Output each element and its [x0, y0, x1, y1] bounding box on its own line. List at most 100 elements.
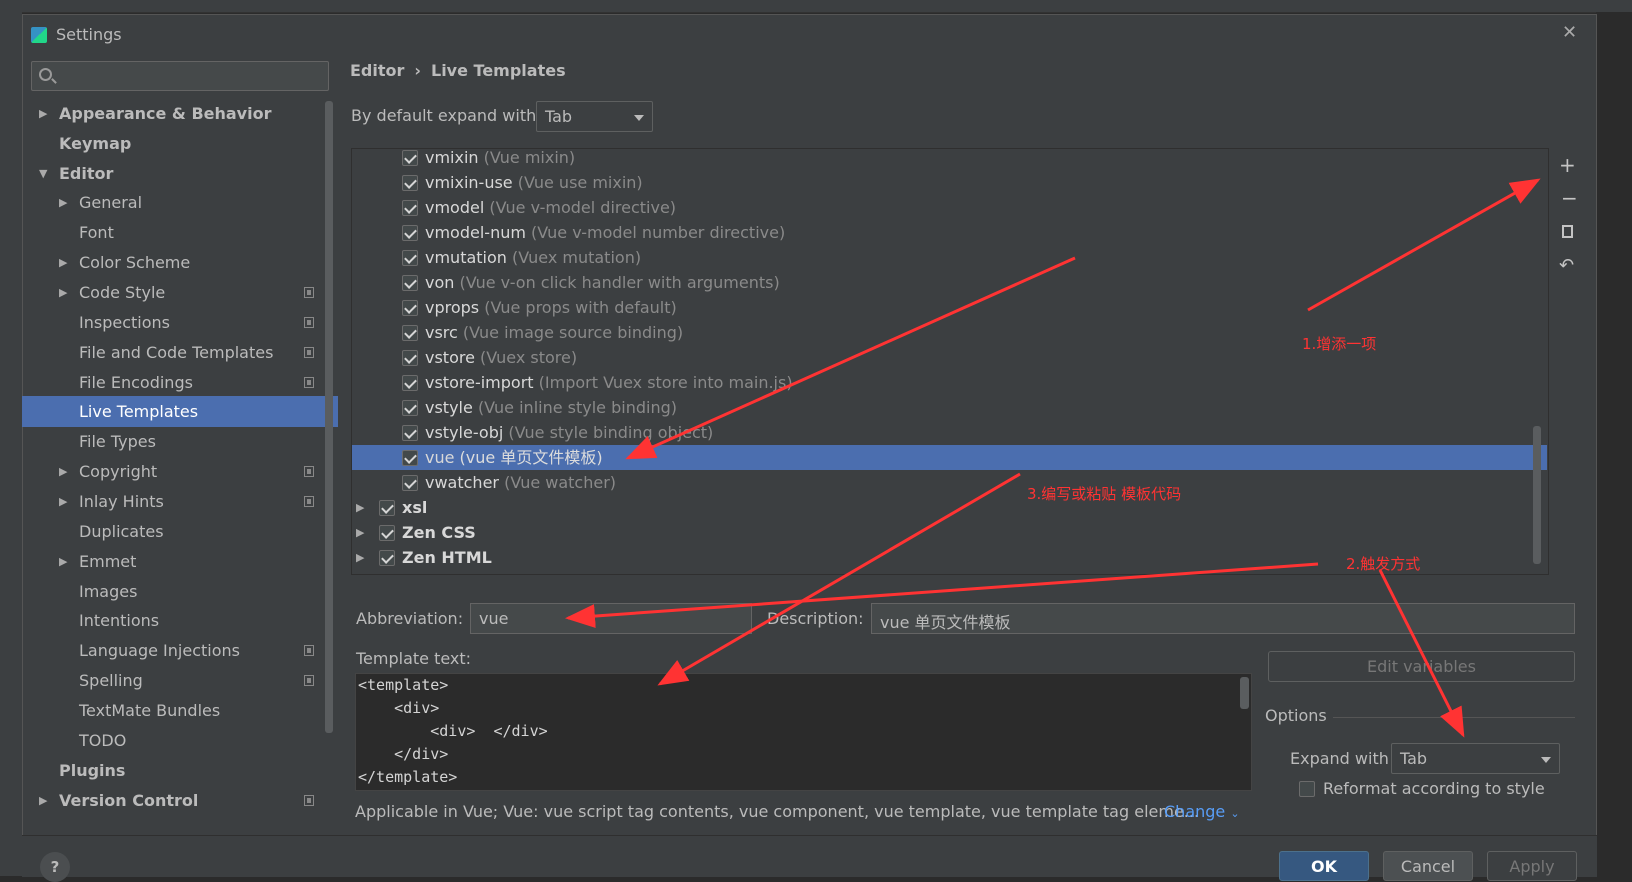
template-checkbox[interactable] — [402, 400, 418, 416]
template-name: vstore — [425, 348, 475, 367]
edit-variables-button[interactable]: Edit variables — [1268, 651, 1575, 682]
sidebar-item-copyright[interactable]: ▶ Copyright — [22, 456, 338, 487]
add-icon[interactable]: + — [1559, 153, 1576, 177]
default-expand-select[interactable]: Tab — [536, 101, 653, 132]
group-checkbox[interactable] — [379, 525, 395, 541]
chevron-right-icon[interactable]: ▶ — [356, 545, 364, 570]
templates-scrollbar[interactable] — [1533, 426, 1541, 564]
copy-icon[interactable] — [1562, 225, 1573, 238]
abbreviation-input[interactable]: vue — [470, 603, 752, 634]
sidebar-item-inspections[interactable]: Inspections — [22, 307, 338, 338]
annotation-trigger: 2.触发方式 — [1346, 555, 1421, 573]
sidebar-item-code-style[interactable]: ▶ Code Style — [22, 277, 338, 308]
template-name: vstyle-obj — [425, 423, 504, 442]
reformat-checkbox[interactable] — [1299, 781, 1315, 797]
sidebar-item-todo[interactable]: TODO — [22, 725, 338, 756]
breadcrumb-parent[interactable]: Editor — [350, 61, 404, 80]
template-row-vmutation[interactable]: vmutation (Vuex mutation) — [352, 245, 1548, 270]
template-checkbox[interactable] — [402, 300, 418, 316]
template-row-vstyle-obj[interactable]: vstyle-obj (Vue style binding object) — [352, 420, 1548, 445]
template-row-vue[interactable]: vue (vue 单页文件模板) — [352, 445, 1547, 470]
template-row-von[interactable]: von (Vue v-on click handler with argumen… — [352, 270, 1548, 295]
remove-icon[interactable]: − — [1561, 186, 1578, 210]
template-row-vmodel[interactable]: vmodel (Vue v-model directive) — [352, 195, 1548, 220]
chevron-right-icon[interactable]: ▶ — [356, 495, 364, 520]
template-name: vmodel-num — [425, 223, 526, 242]
sidebar-item-spelling[interactable]: Spelling — [22, 665, 338, 696]
sidebar-item-label: Plugins — [59, 761, 126, 780]
breadcrumb: Editor › Live Templates — [350, 61, 576, 80]
sidebar-item-appearance-behavior[interactable]: ▶ Appearance & Behavior — [22, 98, 338, 129]
sidebar-scrollbar[interactable] — [325, 101, 333, 733]
cancel-button[interactable]: Cancel — [1383, 851, 1473, 881]
template-description: (Vuex mutation) — [512, 248, 642, 267]
close-icon[interactable]: ✕ — [1562, 22, 1577, 43]
revert-icon[interactable]: ↶ — [1559, 255, 1574, 276]
sidebar-item-plugins[interactable]: Plugins — [22, 755, 338, 786]
group-checkbox[interactable] — [379, 500, 395, 516]
template-row-vmodel-num[interactable]: vmodel-num (Vue v-model number directive… — [352, 220, 1548, 245]
group-checkbox[interactable] — [379, 550, 395, 566]
template-row-vprops[interactable]: vprops (Vue props with default) — [352, 295, 1548, 320]
sidebar-item-emmet[interactable]: ▶ Emmet — [22, 546, 338, 577]
help-button[interactable]: ? — [40, 852, 70, 882]
change-link[interactable]: Change ⌄ — [1164, 802, 1240, 821]
template-group-xsl[interactable]: ▶ xsl — [352, 495, 1548, 520]
sidebar-item-version-control[interactable]: ▶ Version Control — [22, 785, 338, 816]
template-text-editor[interactable]: <template> <div> <div> </div> </div> </t… — [355, 673, 1252, 791]
code-line: <div> </div> — [358, 722, 548, 740]
expand-with-select[interactable]: Tab — [1391, 743, 1560, 774]
sidebar-item-label: Inspections — [79, 313, 170, 332]
sidebar-item-file-types[interactable]: File Types — [22, 426, 338, 457]
template-row-vwatcher[interactable]: vwatcher (Vue watcher) — [352, 470, 1548, 495]
sidebar-item-font[interactable]: Font — [22, 217, 338, 248]
template-checkbox[interactable] — [402, 225, 418, 241]
template-checkbox[interactable] — [402, 375, 418, 391]
sidebar-item-label: File Encodings — [79, 373, 193, 392]
default-expand-label: By default expand with — [351, 106, 537, 125]
template-checkbox[interactable] — [402, 275, 418, 291]
search-input[interactable] — [31, 61, 329, 91]
template-checkbox[interactable] — [402, 425, 418, 441]
template-row-vstyle[interactable]: vstyle (Vue inline style binding) — [352, 395, 1548, 420]
template-checkbox[interactable] — [402, 475, 418, 491]
ok-button[interactable]: OK — [1279, 851, 1369, 881]
sidebar-item-label: Duplicates — [79, 522, 164, 541]
description-input[interactable]: vue 单页文件模板 — [871, 603, 1575, 634]
template-checkbox[interactable] — [402, 175, 418, 191]
template-description: (Vue props with default) — [484, 298, 677, 317]
sidebar-item-intentions[interactable]: Intentions — [22, 605, 338, 636]
group-name: Zen HTML — [402, 548, 492, 567]
sidebar-item-duplicates[interactable]: Duplicates — [22, 516, 338, 547]
sidebar-item-inlay-hints[interactable]: ▶ Inlay Hints — [22, 486, 338, 517]
template-name: vsrc — [425, 323, 458, 342]
sidebar-item-live-templates[interactable]: Live Templates — [22, 396, 338, 427]
template-checkbox[interactable] — [402, 150, 418, 166]
sidebar-item-textmate-bundles[interactable]: TextMate Bundles — [22, 695, 338, 726]
sidebar-item-language-injections[interactable]: Language Injections — [22, 635, 338, 666]
editor-scrollbar[interactable] — [1240, 677, 1249, 709]
template-checkbox[interactable] — [402, 325, 418, 341]
template-checkbox[interactable] — [402, 450, 418, 466]
template-row-vmixin-use[interactable]: vmixin-use (Vue use mixin) — [352, 170, 1548, 195]
apply-button[interactable]: Apply — [1487, 851, 1577, 881]
sidebar-item-keymap[interactable]: Keymap — [22, 128, 338, 159]
sidebar-item-file-encodings[interactable]: File Encodings — [22, 367, 338, 398]
template-checkbox[interactable] — [402, 200, 418, 216]
template-checkbox[interactable] — [402, 250, 418, 266]
sidebar-item-general[interactable]: ▶ General — [22, 187, 338, 218]
template-row-vmixin[interactable]: vmixin (Vue mixin) — [352, 149, 1548, 170]
template-checkbox[interactable] — [402, 350, 418, 366]
sidebar-item-color-scheme[interactable]: ▶ Color Scheme — [22, 247, 338, 278]
template-row-vstore-import[interactable]: vstore-import (Import Vuex store into ma… — [352, 370, 1548, 395]
sidebar-item-label: Live Templates — [79, 402, 199, 421]
sidebar-item-images[interactable]: Images — [22, 576, 338, 607]
sidebar-item-label: Emmet — [79, 552, 137, 571]
sidebar-item-file-and-code-templates[interactable]: File and Code Templates — [22, 337, 338, 368]
template-group-zen-css[interactable]: ▶ Zen CSS — [352, 520, 1548, 545]
sidebar-item-label: Font — [79, 223, 114, 242]
template-name: vmutation — [425, 248, 507, 267]
sidebar-item-editor[interactable]: ▼ Editor — [22, 158, 338, 189]
template-description: (Vue watcher) — [504, 473, 617, 492]
chevron-right-icon[interactable]: ▶ — [356, 520, 364, 545]
